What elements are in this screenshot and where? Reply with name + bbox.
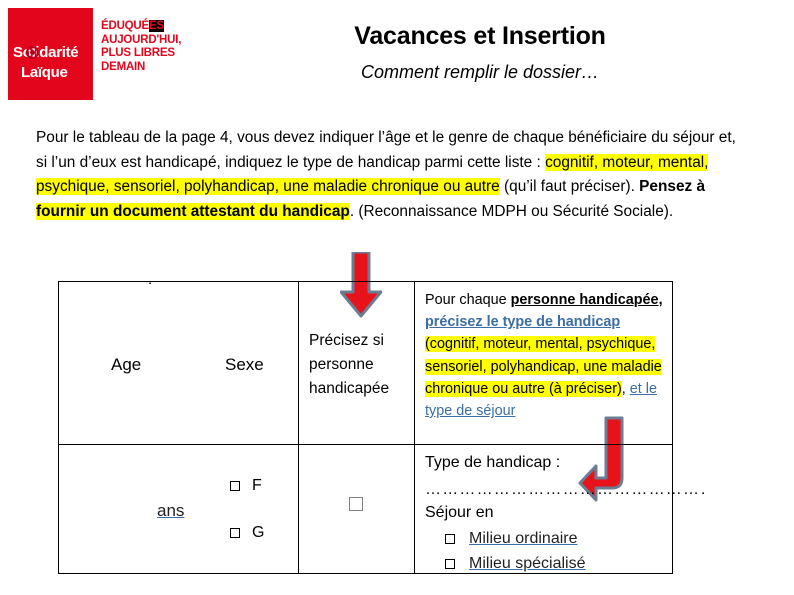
paragraph-bold-prefix: Pensez à (639, 178, 706, 195)
handicap-instruction-text: Pour chaque personne handicapée, précise… (425, 289, 666, 422)
handicap-text-4-link: précisez le type de handicap (425, 314, 621, 331)
data-cell-handicap-details: Type de handicap : …………………………………………… Séj… (415, 445, 705, 573)
sejour-option-ordinaire-label: Milieu ordinaire (469, 530, 578, 547)
page-title: Vacances et Insertion (354, 22, 606, 50)
instruction-paragraph: Pour le tableau de la page 4, vous devez… (36, 126, 748, 224)
logo-tagline: ÉDUQUÉES AUJOURD'HUI, PLUS LIBRES DEMAIN (93, 8, 220, 100)
column-header-precisez: Précisez si personne handicapée (309, 332, 390, 397)
handicap-text-2: personne handicapée (510, 292, 659, 308)
sexe-option-f[interactable]: F (230, 477, 262, 495)
logo-dot-icon (30, 50, 35, 55)
checkbox-icon[interactable] (230, 527, 240, 538)
handicap-text-1: Pour chaque (425, 292, 511, 308)
checkbox-icon[interactable] (230, 480, 240, 491)
sexe-option-g[interactable]: G (230, 524, 264, 542)
paragraph-segment-3: . (Reconnaissance MDPH ou Sécurité Socia… (349, 202, 674, 220)
type-handicap-label: Type de handicap : (425, 454, 561, 471)
tagline-line1-b: ES (149, 20, 164, 32)
paragraph-bold-highlight: fournir un document attestant du handica… (36, 202, 350, 220)
header-cell-handicap-detail: Pour chaque personne handicapée, précise… (415, 282, 672, 444)
sexe-option-f-label: F (252, 477, 262, 494)
sejour-option-specialise-label: Milieu spécialisé (469, 555, 586, 572)
table-data-row: ans F G Type de handicap : …………………………………… (59, 444, 705, 573)
sejour-option-ordinaire[interactable]: Milieu ordinaire (445, 530, 578, 548)
handicap-text-3: , (658, 292, 663, 308)
sexe-option-g-label: G (252, 524, 265, 541)
logo-name-line1: Solidarité (13, 44, 79, 61)
handicap-text-6: , (621, 380, 630, 397)
handicap-checkbox-wrapper[interactable] (349, 495, 363, 513)
logo-name-line2: Laïque (21, 64, 68, 81)
tagline-line1-a: ÉDUQUÉ (101, 20, 150, 32)
checkbox-icon[interactable] (445, 533, 455, 544)
header-cell-precisez: Précisez si personne handicapée (298, 282, 415, 444)
age-unit-label: ans (157, 501, 185, 520)
slide-header: Solidarité Laïque ÉDUQUÉES AUJOURD'HUI, … (0, 0, 794, 112)
column-header-age: Age (111, 355, 142, 374)
column-header-sexe: Sexe (225, 355, 264, 374)
tagline-line4: DEMAIN (101, 60, 146, 73)
empty-checkbox-icon[interactable] (349, 496, 363, 511)
tagline-line3: PLUS LIBRES (101, 47, 175, 59)
beneficiary-table: Age Sexe Précisez si personne handicapée… (58, 281, 705, 574)
header-cell-age-sexe: Age Sexe (59, 282, 298, 444)
data-cell-handicap-checkbox (298, 445, 415, 573)
logo-solidarite-laique: Solidarité Laïque ÉDUQUÉES AUJOURD'HUI, … (8, 8, 220, 100)
page-subtitle: Comment remplir le dossier… (360, 62, 600, 82)
data-cell-age-sexe: ans F G (59, 445, 298, 573)
dotted-fill-line: …………………………………………… (425, 481, 705, 498)
paragraph-segment-2: (qu’il faut préciser). (499, 178, 635, 195)
sejour-option-specialise[interactable]: Milieu spécialisé (445, 555, 586, 573)
tagline-line2: AUJOURD'HUI, (101, 33, 182, 46)
logo-mark: Solidarité Laïque (8, 8, 93, 100)
checkbox-icon[interactable] (445, 558, 455, 569)
table-header-row: Age Sexe Précisez si personne handicapée… (59, 282, 672, 444)
sejour-label: Séjour en (425, 504, 494, 521)
